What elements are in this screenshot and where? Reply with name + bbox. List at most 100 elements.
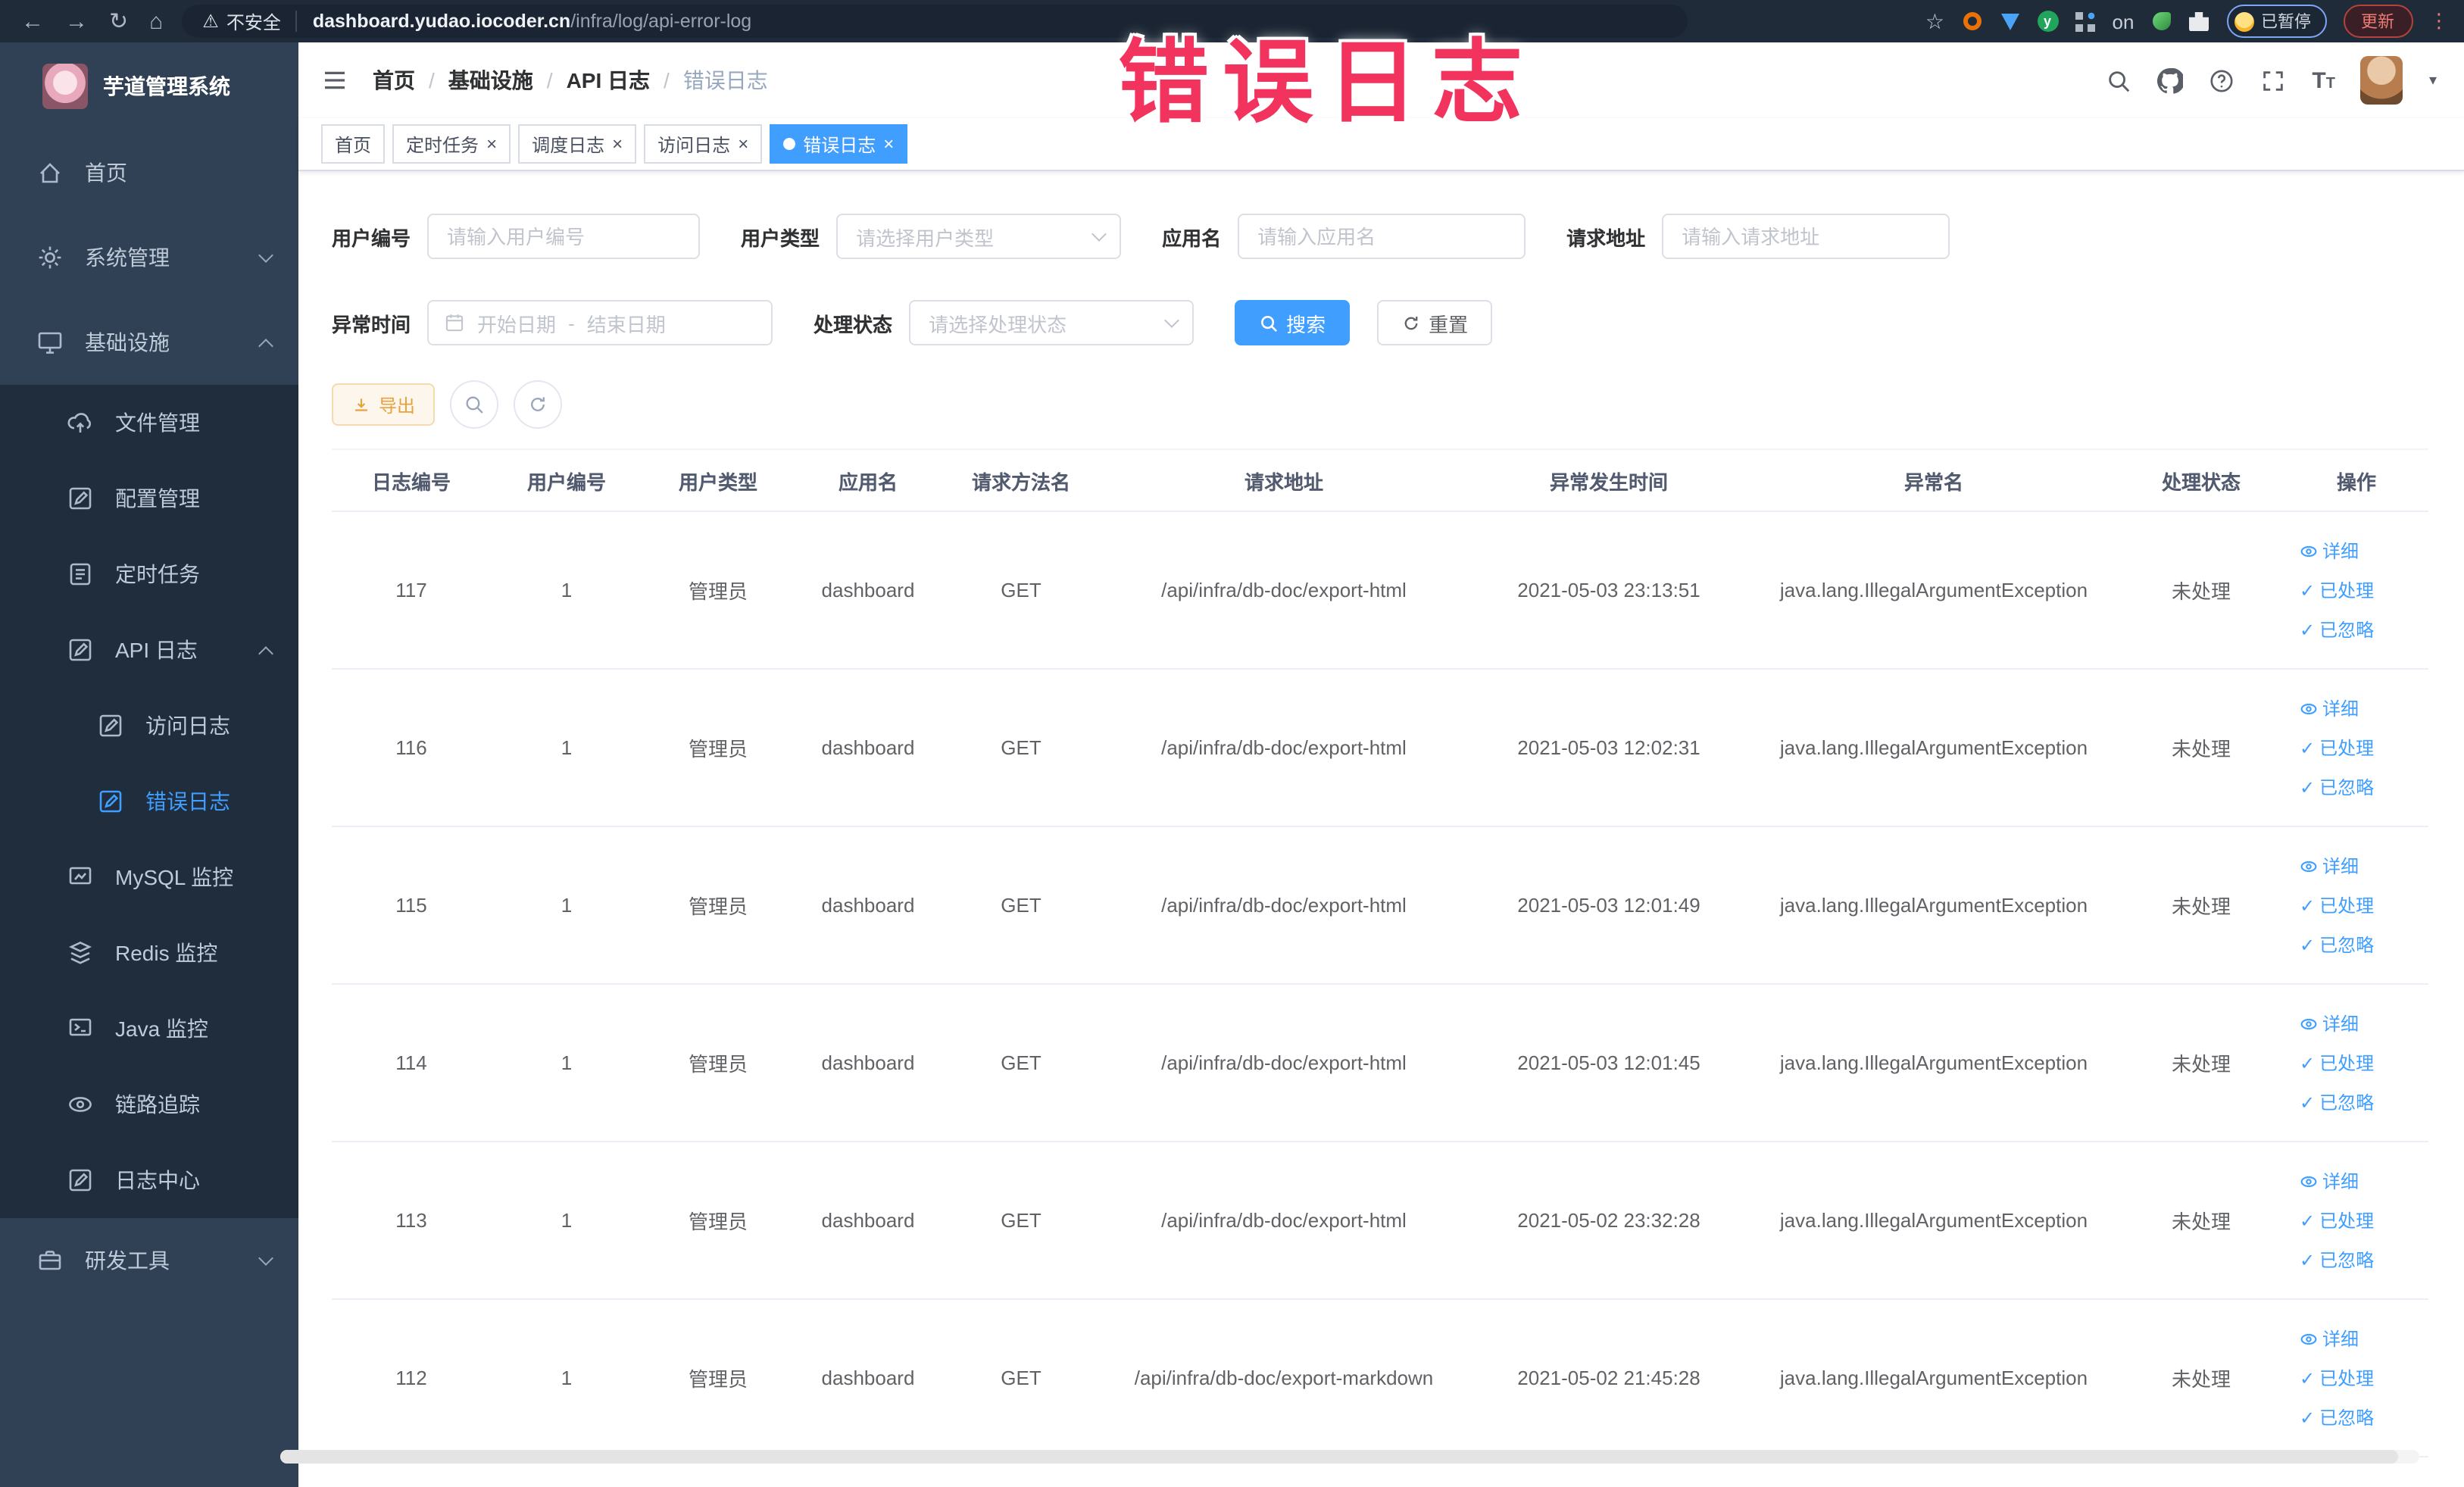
- help-icon[interactable]: [2209, 67, 2234, 93]
- ignored-link[interactable]: ✓ 已忽略: [2300, 925, 2422, 964]
- cell-exception: java.lang.IllegalArgumentException: [1750, 669, 2118, 827]
- refresh-table-button[interactable]: [514, 380, 563, 429]
- user-type-select[interactable]: 请选择用户类型: [836, 214, 1122, 259]
- tag-access-log[interactable]: 访问日志 ×: [644, 124, 763, 164]
- sidebar-item-trace[interactable]: 链路追踪: [0, 1067, 298, 1142]
- browser-menu-icon[interactable]: ⋮: [2429, 9, 2449, 33]
- sidebar-item-api-log[interactable]: API 日志: [0, 612, 298, 688]
- browser-update-button[interactable]: 更新: [2343, 5, 2412, 38]
- date-range-picker[interactable]: 开始日期 - 结束日期: [427, 300, 773, 345]
- browser-home-icon[interactable]: ⌂: [149, 8, 163, 34]
- sidebar-item-dev-tools[interactable]: 研发工具: [0, 1218, 298, 1303]
- extension-yudao-icon[interactable]: y: [2037, 11, 2058, 32]
- tag-error-log[interactable]: 错误日志 ×: [770, 124, 908, 164]
- security-warning-icon: ⚠: [202, 11, 219, 32]
- sidebar-item-config-manage[interactable]: 配置管理: [0, 461, 298, 536]
- detail-link[interactable]: 详细: [2300, 531, 2422, 570]
- browser-forward-icon[interactable]: →: [65, 8, 88, 34]
- browser-reload-icon[interactable]: ↻: [109, 8, 128, 35]
- processed-link[interactable]: ✓ 已处理: [2300, 728, 2422, 767]
- ignored-label: 已忽略: [2319, 1092, 2375, 1113]
- app-logo[interactable]: 芋道管理系统: [0, 42, 298, 130]
- search-button[interactable]: 搜索: [1235, 300, 1351, 345]
- tag-home[interactable]: 首页: [321, 124, 386, 164]
- sidebar-item-error-log[interactable]: 错误日志: [0, 764, 298, 839]
- sidebar-item-home[interactable]: 首页: [0, 130, 298, 215]
- processed-link[interactable]: ✓ 已处理: [2300, 886, 2422, 925]
- ignored-link[interactable]: ✓ 已忽略: [2300, 1240, 2422, 1279]
- processed-link[interactable]: ✓ 已处理: [2300, 1358, 2422, 1398]
- ignored-link[interactable]: ✓ 已忽略: [2300, 767, 2422, 807]
- close-icon[interactable]: ×: [612, 135, 623, 153]
- processed-link[interactable]: ✓ 已处理: [2300, 570, 2422, 610]
- ignored-link[interactable]: ✓ 已忽略: [2300, 610, 2422, 649]
- sidebar-item-label: MySQL 监控: [115, 865, 234, 889]
- github-icon[interactable]: [2157, 67, 2184, 93]
- processed-label: 已处理: [2319, 579, 2375, 601]
- user-avatar[interactable]: [2360, 56, 2403, 105]
- close-icon[interactable]: ×: [738, 135, 748, 153]
- check-icon: ✓: [2300, 776, 2316, 798]
- user-id-input[interactable]: [427, 214, 701, 259]
- extensions-puzzle-icon[interactable]: [2188, 11, 2209, 32]
- processed-link[interactable]: ✓ 已处理: [2300, 1043, 2422, 1082]
- sidebar-item-java-monitor[interactable]: Java 监控: [0, 991, 298, 1067]
- detail-link[interactable]: 详细: [2300, 846, 2422, 886]
- reset-button[interactable]: 重置: [1377, 300, 1493, 345]
- start-date-placeholder[interactable]: 开始日期: [477, 308, 556, 337]
- scrollbar-thumb[interactable]: [280, 1450, 2398, 1464]
- security-label[interactable]: 不安全: [226, 8, 281, 34]
- profile-paused-pill[interactable]: 已暂停: [2226, 5, 2326, 38]
- address-bar[interactable]: ⚠ 不安全 dashboard.yudao.iocoder.cn/infra/l…: [181, 5, 1688, 38]
- processed-link[interactable]: ✓ 已处理: [2300, 1201, 2422, 1240]
- close-icon[interactable]: ×: [486, 135, 497, 153]
- sidebar-item-system[interactable]: 系统管理: [0, 215, 298, 300]
- table-row: 113 1 管理员 dashboard GET /api/infra/db-do…: [332, 1142, 2428, 1300]
- breadcrumb-item[interactable]: 基础设施: [448, 65, 533, 95]
- avatar-caret-icon[interactable]: ▾: [2429, 72, 2437, 89]
- log-edit-icon: [97, 712, 124, 739]
- extension-shield-icon[interactable]: [1999, 11, 2020, 32]
- font-size-icon[interactable]: TT: [2312, 67, 2335, 93]
- stack-icon: [67, 939, 94, 967]
- sidebar-item-redis-monitor[interactable]: Redis 监控: [0, 915, 298, 991]
- sidebar-item-access-log[interactable]: 访问日志: [0, 688, 298, 764]
- extension-grid-icon[interactable]: [2075, 11, 2096, 32]
- ignored-link[interactable]: ✓ 已忽略: [2300, 1082, 2422, 1122]
- search-toggle-button[interactable]: [450, 380, 499, 429]
- sidebar-item-infrastructure[interactable]: 基础设施: [0, 300, 298, 385]
- extension-orange-icon[interactable]: [1961, 11, 1982, 32]
- sidebar-item-label: 配置管理: [115, 486, 200, 511]
- process-status-select[interactable]: 请选择处理状态: [909, 300, 1195, 345]
- bookmark-star-icon[interactable]: ☆: [1925, 8, 1944, 34]
- detail-link[interactable]: 详细: [2300, 1004, 2422, 1043]
- browser-back-icon[interactable]: ←: [21, 8, 44, 34]
- home-icon: [36, 159, 64, 186]
- breadcrumb-item[interactable]: API 日志: [567, 65, 650, 95]
- breadcrumb-item[interactable]: 首页: [373, 65, 415, 95]
- ignored-link[interactable]: ✓ 已忽略: [2300, 1398, 2422, 1437]
- sidebar-toggle-icon[interactable]: [321, 67, 348, 94]
- tag-scheduled-jobs[interactable]: 定时任务 ×: [392, 124, 511, 164]
- sidebar-item-file-manage[interactable]: 文件管理: [0, 385, 298, 461]
- export-button[interactable]: 导出: [332, 383, 436, 426]
- end-date-placeholder[interactable]: 结束日期: [587, 308, 666, 337]
- detail-link[interactable]: 详细: [2300, 1319, 2422, 1358]
- detail-link[interactable]: 详细: [2300, 689, 2422, 728]
- request-url-input[interactable]: [1662, 214, 1950, 259]
- detail-link[interactable]: 详细: [2300, 1161, 2422, 1201]
- fullscreen-icon[interactable]: [2260, 67, 2286, 93]
- horizontal-scrollbar[interactable]: [280, 1450, 2419, 1464]
- tag-schedule-log[interactable]: 调度日志 ×: [518, 124, 637, 164]
- extension-leaf-icon[interactable]: [2150, 11, 2172, 32]
- breadcrumb: 首页 / 基础设施 / API 日志 / 错误日志: [373, 65, 768, 95]
- extension-on-badge-icon[interactable]: on: [2113, 10, 2135, 33]
- sidebar-item-log-center[interactable]: 日志中心: [0, 1142, 298, 1218]
- close-icon[interactable]: ×: [883, 135, 894, 153]
- search-icon[interactable]: [2106, 67, 2131, 93]
- tag-label: 首页: [335, 134, 372, 155]
- app-name-input[interactable]: [1238, 214, 1526, 259]
- sidebar-item-mysql-monitor[interactable]: MySQL 监控: [0, 839, 298, 915]
- sidebar-item-scheduled-jobs[interactable]: 定时任务: [0, 536, 298, 612]
- check-icon: ✓: [2300, 1052, 2316, 1073]
